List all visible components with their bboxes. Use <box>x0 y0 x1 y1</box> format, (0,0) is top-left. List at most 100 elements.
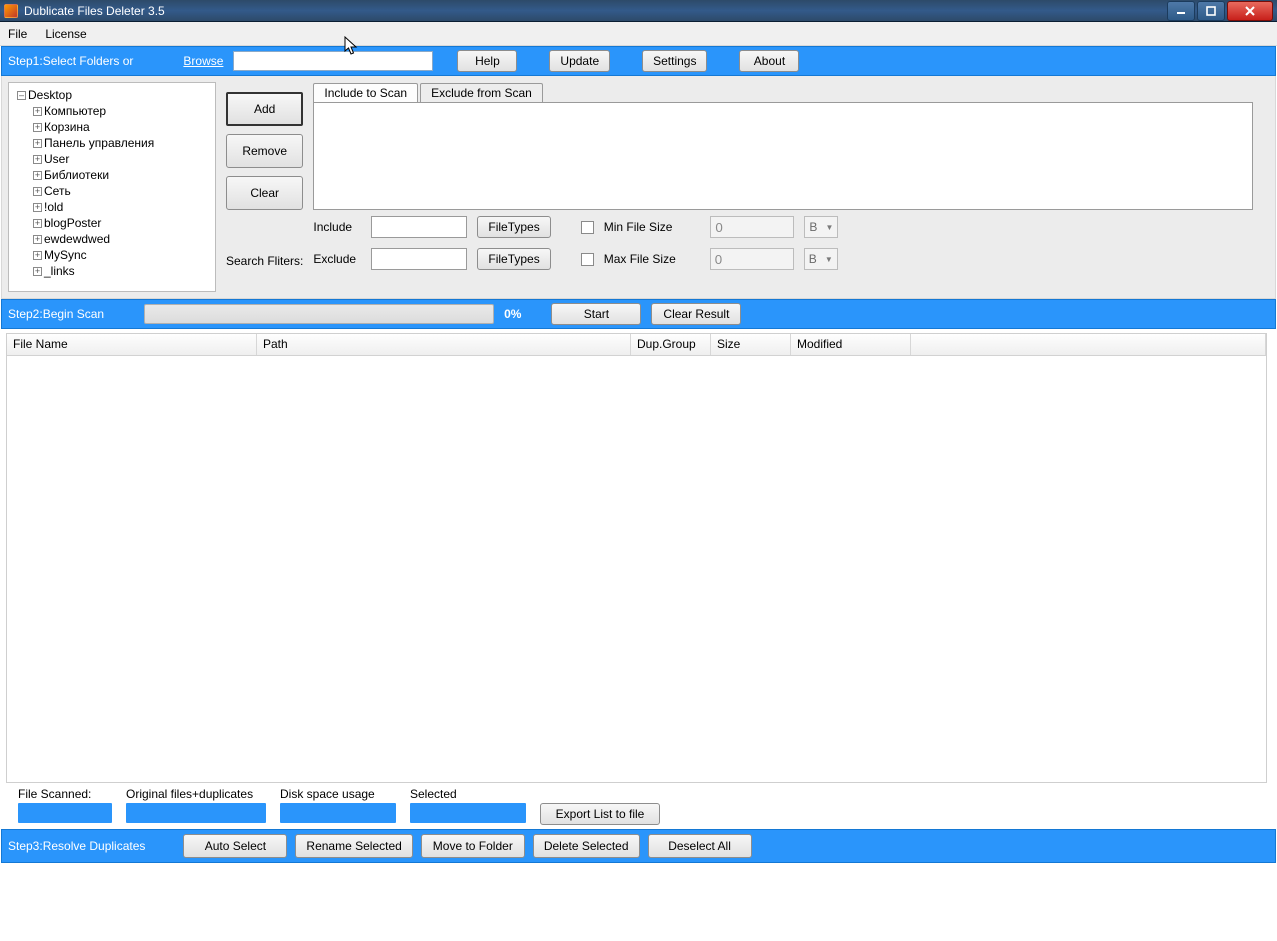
col-size[interactable]: Size <box>711 334 791 355</box>
tree-item[interactable]: +blogPoster <box>11 215 213 231</box>
exclude-filetypes-button[interactable]: FileTypes <box>477 248 550 270</box>
selected-label: Selected <box>410 787 526 801</box>
expand-icon[interactable]: + <box>33 171 42 180</box>
file-scanned-value <box>18 803 112 823</box>
tab-body <box>313 102 1253 210</box>
export-list-button[interactable]: Export List to file <box>540 803 660 825</box>
menubar: File License <box>0 22 1277 46</box>
about-button[interactable]: About <box>739 50 799 72</box>
include-filetypes-button[interactable]: FileTypes <box>477 216 550 238</box>
max-filesize-checkbox[interactable] <box>581 253 594 266</box>
col-file-name[interactable]: File Name <box>7 334 257 355</box>
rename-selected-button[interactable]: Rename Selected <box>295 834 412 858</box>
menu-file[interactable]: File <box>8 27 27 41</box>
window-minimize-button[interactable] <box>1167 1 1195 21</box>
tab-include-to-scan[interactable]: Include to Scan <box>313 83 418 102</box>
clear-button[interactable]: Clear <box>226 176 303 210</box>
folder-tree[interactable]: – Desktop +Компьютер +Корзина +Панель уп… <box>8 82 216 292</box>
clear-result-button[interactable]: Clear Result <box>651 303 741 325</box>
settings-button[interactable]: Settings <box>642 50 707 72</box>
add-button[interactable]: Add <box>226 92 303 126</box>
max-filesize-unit-select[interactable]: B▼ <box>804 248 838 270</box>
tabstrip: Include to Scan Exclude from Scan <box>313 82 1269 102</box>
delete-selected-button[interactable]: Delete Selected <box>533 834 640 858</box>
tree-item-label: MySync <box>44 247 87 263</box>
tree-item[interactable]: +User <box>11 151 213 167</box>
tabs-and-filters: Include to Scan Exclude from Scan Includ… <box>313 82 1269 292</box>
max-filesize-input[interactable] <box>710 248 794 270</box>
tree-item[interactable]: +Панель управления <box>11 135 213 151</box>
col-spacer <box>911 334 1266 355</box>
expand-icon[interactable]: + <box>33 123 42 132</box>
path-input[interactable] <box>233 51 433 71</box>
window-maximize-button[interactable] <box>1197 1 1225 21</box>
tree-item[interactable]: +_links <box>11 263 213 279</box>
expand-icon[interactable]: + <box>33 107 42 116</box>
scan-percent: 0% <box>504 307 521 321</box>
col-path[interactable]: Path <box>257 334 631 355</box>
selected-value <box>410 803 526 823</box>
expand-icon[interactable]: + <box>33 235 42 244</box>
move-to-folder-button[interactable]: Move to Folder <box>421 834 525 858</box>
include-label: Include <box>313 220 361 234</box>
expand-icon[interactable]: + <box>33 139 42 148</box>
auto-select-button[interactable]: Auto Select <box>183 834 287 858</box>
filters-area: Include FileTypes Min File Size B▼ Exclu… <box>313 216 1269 270</box>
remove-button[interactable]: Remove <box>226 134 303 168</box>
folder-action-column: Add Remove Clear Search Fliters: <box>226 82 303 292</box>
min-filesize-input[interactable] <box>710 216 794 238</box>
col-dup-group[interactable]: Dup.Group <box>631 334 711 355</box>
expand-icon[interactable]: + <box>33 203 42 212</box>
tree-item[interactable]: +Корзина <box>11 119 213 135</box>
max-filesize-label: Max File Size <box>604 252 676 266</box>
help-button[interactable]: Help <box>457 50 517 72</box>
exclude-label: Exclude <box>313 252 361 266</box>
min-filesize-label: Min File Size <box>604 220 673 234</box>
tree-item[interactable]: +MySync <box>11 247 213 263</box>
tree-item-label: Панель управления <box>44 135 154 151</box>
chevron-down-icon: ▼ <box>825 223 833 232</box>
tree-item[interactable]: +Библиотеки <box>11 167 213 183</box>
include-input[interactable] <box>371 216 467 238</box>
tree-item-label: blogPoster <box>44 215 101 231</box>
start-button[interactable]: Start <box>551 303 641 325</box>
file-scanned-label: File Scanned: <box>18 787 112 801</box>
tree-root[interactable]: – Desktop <box>11 87 213 103</box>
expand-icon[interactable]: + <box>33 187 42 196</box>
tree-item-label: Сеть <box>44 183 71 199</box>
expand-icon[interactable]: + <box>33 267 42 276</box>
results-table[interactable]: File Name Path Dup.Group Size Modified <box>6 333 1267 783</box>
window-close-button[interactable] <box>1227 1 1273 21</box>
expand-icon[interactable]: + <box>33 155 42 164</box>
chevron-down-icon: ▼ <box>825 255 833 264</box>
col-modified[interactable]: Modified <box>791 334 911 355</box>
stats-row: File Scanned: Original files+duplicates … <box>0 783 1277 825</box>
min-filesize-unit-select[interactable]: B▼ <box>804 216 838 238</box>
deselect-all-button[interactable]: Deselect All <box>648 834 752 858</box>
tree-item[interactable]: +Компьютер <box>11 103 213 119</box>
exclude-input[interactable] <box>371 248 467 270</box>
tree-item[interactable]: +!old <box>11 199 213 215</box>
update-button[interactable]: Update <box>549 50 610 72</box>
tree-item[interactable]: +Сеть <box>11 183 213 199</box>
search-filters-label: Search Fliters: <box>226 254 303 268</box>
results-header: File Name Path Dup.Group Size Modified <box>7 334 1266 356</box>
step2-label: Step2:Begin Scan <box>8 307 104 321</box>
original-files-value <box>126 803 266 823</box>
step3-label: Step3:Resolve Duplicates <box>8 839 145 853</box>
tab-exclude-from-scan[interactable]: Exclude from Scan <box>420 83 543 102</box>
tree-item-label: Компьютер <box>44 103 106 119</box>
browse-link[interactable]: Browse <box>183 54 223 68</box>
tree-item[interactable]: +ewdewdwed <box>11 231 213 247</box>
expand-icon[interactable]: + <box>33 251 42 260</box>
expand-icon[interactable]: + <box>33 219 42 228</box>
min-filesize-checkbox[interactable] <box>581 221 594 234</box>
collapse-icon[interactable]: – <box>17 91 26 100</box>
app-icon <box>4 4 18 18</box>
window-title: Dublicate Files Deleter 3.5 <box>24 4 165 18</box>
titlebar: Dublicate Files Deleter 3.5 <box>0 0 1277 22</box>
disk-space-label: Disk space usage <box>280 787 396 801</box>
tree-item-label: Библиотеки <box>44 167 109 183</box>
tree-item-label: ewdewdwed <box>44 231 110 247</box>
menu-license[interactable]: License <box>45 27 86 41</box>
